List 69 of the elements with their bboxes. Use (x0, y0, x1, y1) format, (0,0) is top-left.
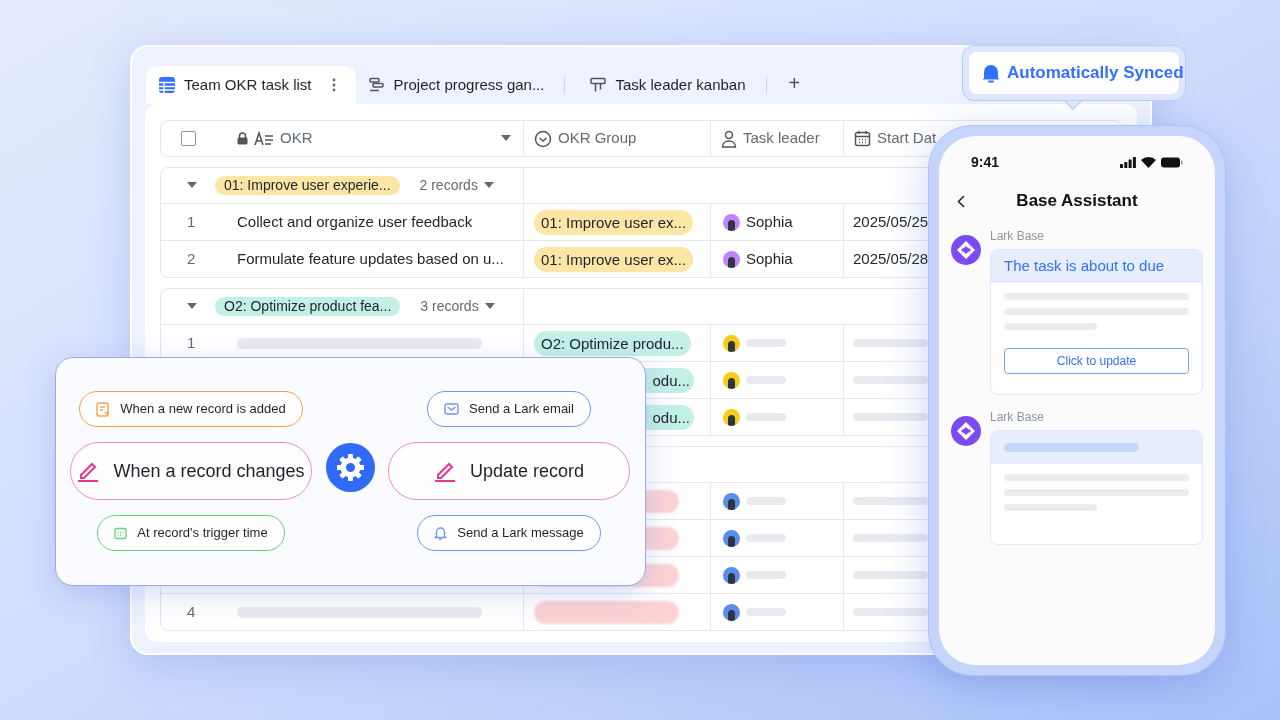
record-icon (96, 401, 111, 417)
column-header: OKR (280, 128, 313, 149)
record-count: 2 records (419, 176, 478, 195)
automation-chip[interactable]: Send a Lark email (427, 391, 591, 427)
okr-group-tag: 01: Improve user ex... (534, 246, 694, 272)
lock-icon (237, 132, 248, 145)
table-cell-text: Sophia (746, 211, 793, 232)
checkbox[interactable] (181, 131, 196, 146)
automation-chip[interactable]: Send a Lark message (417, 515, 601, 551)
column-header: Task leader (743, 128, 820, 149)
table-cell-text: 2025/05/28 (853, 248, 929, 269)
add-tab-button[interactable]: + (788, 67, 801, 98)
group-tag: 01: Improve user experie... (215, 176, 400, 195)
tab-label: Project progress gan... (393, 74, 545, 95)
caret-icon[interactable] (484, 303, 495, 310)
option-icon (534, 129, 552, 148)
signal-icon (1120, 156, 1136, 168)
caret-icon[interactable] (187, 182, 197, 189)
tab[interactable]: Team OKR task list (146, 66, 356, 104)
app-logo-icon (951, 235, 981, 265)
person-icon (721, 129, 737, 148)
app-logo-icon (951, 416, 981, 446)
caret-icon[interactable] (501, 135, 511, 142)
text-field-icon (254, 130, 274, 147)
wifi-icon (1141, 156, 1156, 168)
bell-icon (981, 63, 1001, 83)
caret-icon[interactable] (483, 182, 494, 189)
okr-group-tag: 01: Improve user ex... (534, 209, 694, 235)
sender-name: Lark Base (990, 409, 1046, 425)
gantt-icon (367, 76, 386, 94)
update-button[interactable]: Click to update (1004, 348, 1189, 374)
more-icon[interactable] (331, 78, 336, 92)
row-number: 2 (187, 248, 197, 269)
table-cell-text: Formulate feature updates based on u... (237, 248, 504, 269)
automation-chip[interactable]: Update record (388, 442, 630, 500)
row-number: 4 (187, 601, 197, 622)
automation-chip[interactable]: When a new record is added (79, 391, 303, 427)
tab[interactable]: Project progress gan... (355, 66, 578, 104)
automation-chip[interactable]: At record's trigger time (97, 515, 285, 551)
kanban-icon (589, 76, 608, 94)
banner-text: Automatically Synced (1007, 62, 1184, 85)
table-cell-text: Sophia (746, 248, 793, 269)
battery-icon (1161, 156, 1183, 168)
column-header: Start Dat (877, 128, 937, 149)
tab[interactable]: Task leader kanban (577, 66, 779, 104)
okr-group-tag: O2: Optimize produ... (534, 330, 691, 356)
tab-label: Team OKR task list (184, 74, 312, 95)
pencil-icon (433, 460, 458, 482)
grid-icon (158, 76, 176, 94)
row-number: 1 (187, 211, 197, 232)
calendar-icon (114, 526, 128, 540)
tab-label: Task leader kanban (615, 74, 746, 95)
row-number: 1 (187, 332, 197, 353)
group-tag: O2: Optimize product fea... (215, 297, 401, 316)
column-header: OKR Group (558, 128, 637, 149)
caret-icon[interactable] (187, 303, 197, 310)
mail-icon (444, 403, 460, 415)
record-count: 3 records (420, 297, 479, 316)
table-cell-text: 2025/05/25 (853, 211, 929, 232)
bell-icon (434, 526, 448, 540)
settings-icon[interactable] (325, 443, 375, 492)
status-time: 9:41 (971, 152, 1000, 172)
sender-name: Lark Base (990, 228, 1046, 244)
back-icon[interactable] (957, 195, 965, 208)
screen-title: Base Assistant (1016, 190, 1138, 213)
calendar-icon (854, 130, 871, 147)
message-title: The task is about to due (1004, 256, 1165, 277)
automation-chip[interactable]: When a record changes (70, 442, 312, 500)
table-cell-text: Collect and organize user feedback (237, 211, 473, 232)
